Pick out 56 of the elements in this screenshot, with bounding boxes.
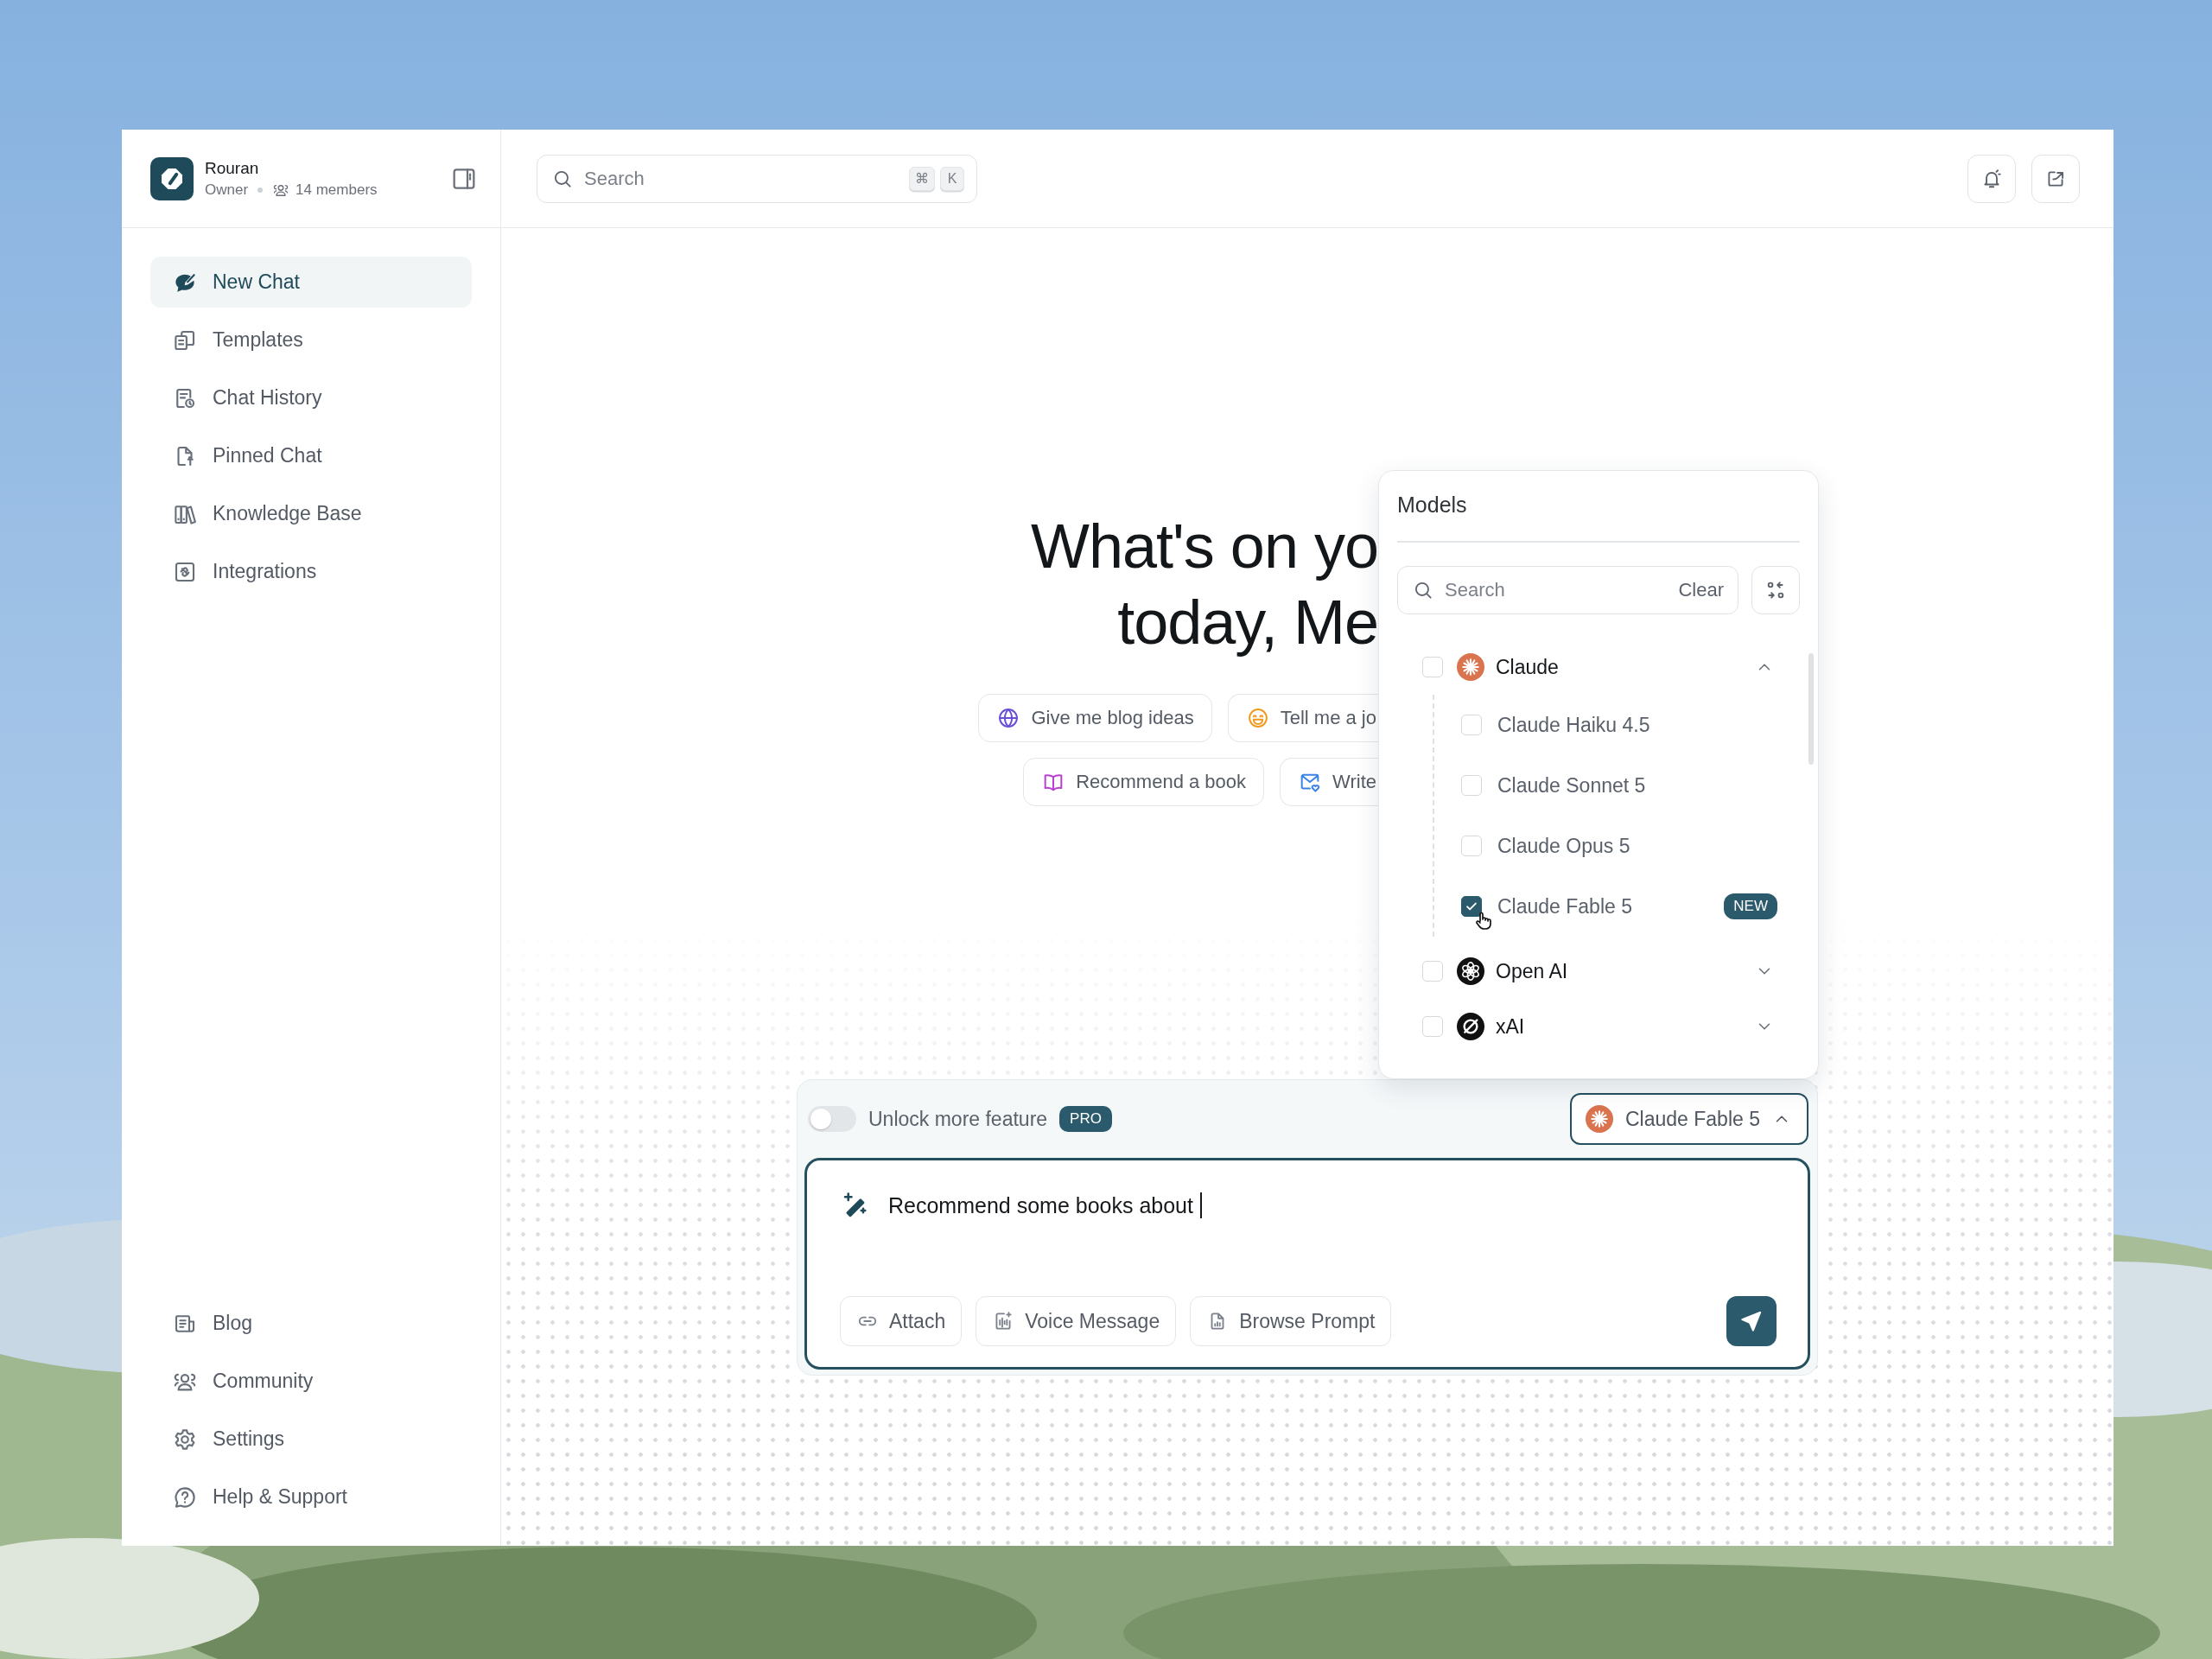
members-count: 14 members <box>296 181 378 199</box>
sidebar-item[interactable]: Pinned Chat <box>150 430 472 481</box>
provider-name[interactable]: Claude <box>1496 655 1559 679</box>
action-button[interactable]: Voice Message <box>976 1296 1177 1346</box>
send-button[interactable] <box>1726 1296 1777 1346</box>
workspace-logo <box>150 156 194 200</box>
sidebar-item[interactable]: Community <box>150 1356 472 1407</box>
model-name[interactable]: Claude Haiku 4.5 <box>1497 713 1650 737</box>
search-input[interactable]: Search <box>584 167 899 190</box>
sidebar-item[interactable]: Integrations <box>150 546 472 597</box>
model-name[interactable]: Claude Opus 5 <box>1497 834 1630 858</box>
shortcut-key: K <box>940 166 964 191</box>
checkbox[interactable] <box>1461 896 1482 917</box>
text-cursor <box>1199 1192 1202 1218</box>
model-select-button[interactable]: Claude Fable 5 <box>1570 1093 1808 1145</box>
sidebar-item[interactable]: Chat History <box>150 372 472 423</box>
role-text: Owner <box>205 181 249 199</box>
share-button[interactable] <box>2031 154 2080 203</box>
headline-text: What's on yo <box>1031 511 1378 582</box>
headline-text: today, Me <box>1117 587 1378 658</box>
sidebar-item[interactable]: Knowledge Base <box>150 488 472 539</box>
model-name[interactable]: Claude Sonnet 5 <box>1497 773 1646 798</box>
starburst-logo-icon <box>1586 1105 1613 1133</box>
toggle-switch[interactable] <box>808 1106 856 1132</box>
shortcut-key: ⌘ <box>909 166 935 191</box>
notifications-button[interactable] <box>1967 154 2016 203</box>
slashed-circle-logo-icon <box>1457 1013 1484 1040</box>
sidebar-item[interactable]: Settings <box>150 1414 472 1465</box>
suggestion-chip[interactable]: Give me blog ideas <box>978 694 1212 742</box>
model-name[interactable]: Claude Fable 5 <box>1497 894 1632 918</box>
sidebar-item[interactable]: New Chat <box>150 257 472 308</box>
knot-logo-icon <box>1457 957 1484 985</box>
action-button[interactable]: Browse Prompt <box>1190 1296 1392 1346</box>
suggestion-chip[interactable]: Tell me a jo <box>1227 694 1378 742</box>
workspace-name: Rouran <box>205 158 260 178</box>
pro-badge: PRO <box>1059 1106 1112 1132</box>
search-input[interactable]: Search <box>1445 579 1669 601</box>
search-field[interactable]: Search ⌘ K <box>537 154 977 203</box>
message-input[interactable]: Recommend some books about <box>888 1192 1193 1218</box>
provider-name[interactable]: Open AI <box>1496 959 1568 983</box>
suggestion-chip[interactable]: Write <box>1280 758 1378 806</box>
separator-dot <box>257 187 264 193</box>
search-field[interactable]: Search Clear <box>1397 566 1738 614</box>
picker-title: Models <box>1397 471 1800 543</box>
action-button[interactable]: Attach <box>840 1296 963 1346</box>
starburst-logo-icon <box>1457 653 1484 681</box>
suggestion-chip[interactable]: Recommend a book <box>1023 758 1265 806</box>
new-badge: NEW <box>1724 893 1777 919</box>
toggle-label: Unlock more feature <box>868 1107 1048 1131</box>
sidebar-item[interactable]: Blog <box>150 1298 472 1349</box>
clear-button[interactable]: Clear <box>1678 579 1724 601</box>
sidebar-item[interactable]: Templates <box>150 315 472 365</box>
scrollbar[interactable] <box>1808 653 1814 765</box>
sidebar-item[interactable]: Help & Support <box>150 1471 472 1522</box>
provider-name[interactable]: xAI <box>1496 1014 1525 1039</box>
filter-button[interactable] <box>1751 566 1800 614</box>
